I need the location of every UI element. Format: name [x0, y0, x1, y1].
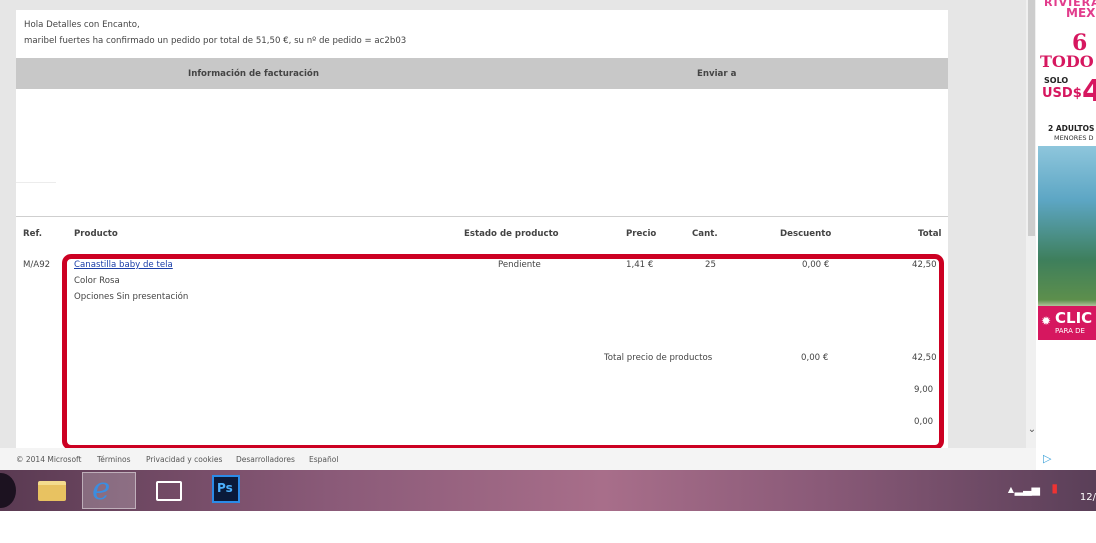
internet-explorer-icon: e	[92, 471, 111, 507]
ad-cta-sub: PARA DE	[1055, 327, 1085, 335]
ad-line2: MEX	[1066, 6, 1096, 20]
start-button[interactable]	[0, 473, 16, 508]
clock-date[interactable]: 12/	[1080, 492, 1096, 503]
email-greeting: Hola Detalles con Encanto,	[24, 20, 140, 30]
ad-minors: MENORES D	[1054, 134, 1094, 142]
highlight-annotation	[62, 254, 944, 450]
battery-warning-icon[interactable]: ▮	[1051, 481, 1058, 495]
col-status: Estado de producto	[464, 229, 559, 239]
windows-taskbar: e Ps ▲ ▂▃▅ ▮ 12/	[0, 470, 1096, 511]
shipping-header-label: Enviar a	[697, 69, 737, 79]
advertisement-banner[interactable]: RIVIERA MEX 6 D TODO IN SOLO USD$ 4 2 AD…	[1038, 0, 1096, 340]
ad-cta-banner[interactable]: ✹ CLIC PARA DE	[1038, 306, 1096, 340]
internet-explorer-button[interactable]: e	[82, 471, 136, 509]
ad-guests: 2 ADULTOS	[1048, 124, 1095, 133]
col-qty: Cant.	[692, 229, 718, 239]
projector-app-button[interactable]	[148, 472, 192, 509]
divider	[16, 182, 56, 183]
footer-link-developers[interactable]: Desarrolladores	[236, 455, 295, 464]
projector-icon	[156, 481, 182, 501]
billing-shipping-header: Información de facturación Enviar a	[16, 58, 948, 89]
photoshop-icon: Ps	[217, 481, 233, 495]
email-viewer: Hola Detalles con Encanto, maribel fuert…	[0, 0, 1026, 450]
tray-expand-icon[interactable]: ▲	[1008, 485, 1014, 494]
table-top-rule	[16, 216, 948, 217]
scrollbar-thumb[interactable]	[1028, 0, 1035, 236]
ad-price-digit: 4	[1082, 74, 1096, 109]
screen-bottom-margin	[0, 511, 1096, 543]
adchoices-icon[interactable]: ▷	[1043, 452, 1051, 465]
col-total: Total	[918, 229, 942, 239]
col-ref: Ref.	[23, 229, 42, 239]
col-product: Producto	[74, 229, 118, 239]
row-ref: M/A92	[23, 260, 51, 270]
ad-cta-label: CLIC	[1055, 309, 1093, 327]
col-price: Precio	[626, 229, 657, 239]
ad-line4: TODO IN	[1040, 52, 1096, 71]
email-message: maribel fuertes ha confirmado un pedido …	[24, 36, 407, 46]
scroll-down-arrow-icon[interactable]: ⌄	[1026, 424, 1038, 438]
ad-price-prefix: SOLO	[1044, 76, 1069, 85]
billing-header-label: Información de facturación	[188, 69, 319, 79]
footer-link-privacy[interactable]: Privacidad y cookies	[146, 455, 222, 464]
photoshop-button[interactable]: Ps	[212, 475, 240, 503]
col-discount: Descuento	[780, 229, 832, 239]
folder-icon	[38, 481, 66, 501]
sparkle-icon: ✹	[1041, 314, 1052, 328]
footer-link-language[interactable]: Español	[309, 455, 338, 464]
page-footer: © 2014 Microsoft Términos Privacidad y c…	[0, 448, 1036, 470]
file-explorer-button[interactable]	[32, 472, 72, 509]
ad-currency: USD$	[1042, 86, 1082, 101]
footer-link-terms[interactable]: Términos	[97, 455, 131, 464]
footer-copyright: © 2014 Microsoft	[16, 455, 82, 464]
network-signal-icon[interactable]: ▂▃▅	[1015, 483, 1040, 496]
